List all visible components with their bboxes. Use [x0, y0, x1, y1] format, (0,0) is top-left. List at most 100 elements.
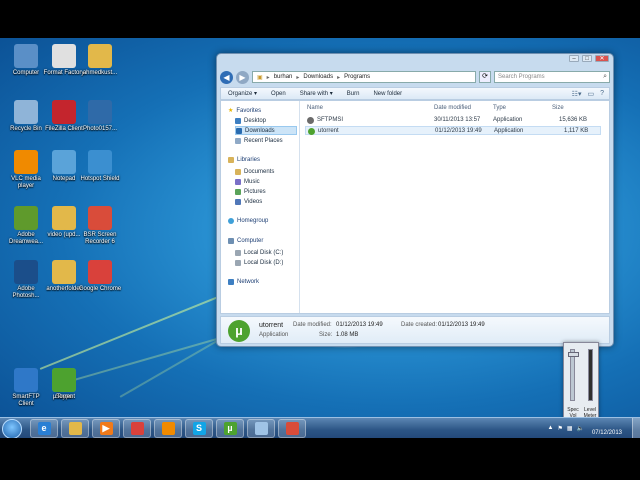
vlc-icon: [161, 422, 175, 435]
explorer-window[interactable]: – □ ✕ ◀ ▶ ▣ ▸ burhan ▸ Downloads ▸ Progr…: [216, 53, 614, 347]
search-placeholder: Search Programs: [498, 74, 545, 80]
volume-icon[interactable]: 🔈: [577, 425, 584, 432]
nav-item-recent-places[interactable]: Recent Places: [235, 136, 297, 145]
bsr-recorder-icon: [285, 422, 299, 435]
new-folder-button[interactable]: New folder: [366, 91, 409, 97]
details-name: utorrent: [259, 322, 284, 329]
taskbar-button-8[interactable]: [278, 419, 306, 438]
network-icon[interactable]: ▦: [567, 425, 573, 432]
column-header-size[interactable]: Size: [552, 105, 564, 111]
nav-item-local-disk-c[interactable]: Local Disk (C:): [235, 248, 297, 257]
taskbar-button-1[interactable]: [61, 419, 89, 438]
taskbar-button-3[interactable]: [123, 419, 151, 438]
help-icon[interactable]: ?: [600, 90, 604, 98]
window-body: ★ Favorites Desktop Downloads Recent Plac…: [220, 100, 610, 314]
address-bar[interactable]: ▣ ▸ burhan ▸ Downloads ▸ Programs: [252, 71, 476, 83]
breadcrumb-burhan[interactable]: burhan: [274, 74, 293, 80]
taskbar-button-7[interactable]: [247, 419, 275, 438]
column-header-date-modified[interactable]: Date modified: [434, 105, 471, 111]
maximize-button[interactable]: □: [582, 55, 592, 62]
media-player-icon: ▶: [99, 422, 113, 435]
nav-item-desktop[interactable]: Desktop: [235, 116, 297, 125]
spec-vol-slider[interactable]: [568, 349, 579, 401]
organize-button[interactable]: Organize ▾: [221, 90, 264, 97]
taskbar-button-0[interactable]: e: [30, 419, 58, 438]
computer-icon: [14, 44, 38, 68]
chrome-icon: [130, 422, 144, 435]
nav-network[interactable]: Network: [228, 279, 259, 285]
details-pane: µ utorrent Application Date modified: 01…: [220, 316, 610, 344]
details-modified-value: 01/12/2013 19:49: [336, 322, 383, 328]
forward-button[interactable]: ▶: [236, 70, 249, 84]
nav-item-documents[interactable]: Documents: [235, 167, 297, 176]
address-bar-row: ◀ ▶ ▣ ▸ burhan ▸ Downloads ▸ Programs ⟳ …: [220, 70, 610, 84]
tray-arrow-icon[interactable]: ▲: [548, 425, 554, 432]
desktop-icon-5[interactable]: Photo0157...: [78, 100, 122, 133]
column-header-type[interactable]: Type: [493, 105, 506, 111]
documents-icon: [235, 168, 241, 175]
window-controls: – □ ✕: [569, 55, 609, 62]
taskbar-button-2[interactable]: ▶: [92, 419, 120, 438]
back-button[interactable]: ◀: [220, 70, 233, 84]
libraries-icon: [228, 157, 234, 163]
file-list: Name Date modified Type Size SFTPMSI 30/…: [301, 101, 609, 313]
utorrent-icon: [308, 128, 315, 135]
notepad-icon: [52, 150, 76, 174]
desktop-icon-label: ahmedkust...: [82, 70, 118, 76]
open-button[interactable]: Open: [264, 91, 293, 97]
column-header-name[interactable]: Name: [307, 105, 323, 111]
nav-item-videos[interactable]: Videos: [235, 197, 297, 206]
homegroup-icon: [228, 218, 234, 224]
desktop-icon-2[interactable]: ahmedkust...: [78, 44, 122, 77]
view-options-icon[interactable]: ☷▾: [572, 90, 582, 98]
nav-favorites[interactable]: ★ Favorites: [228, 107, 261, 115]
desktop-icon-17[interactable]: µTorrent: [42, 368, 86, 401]
search-input[interactable]: Search Programs ⌕: [494, 71, 610, 83]
start-button[interactable]: [2, 419, 22, 438]
file-row-sftpmsi[interactable]: SFTPMSI 30/11/2013 13:57 Application 15,…: [305, 116, 601, 125]
nav-homegroup[interactable]: Homegroup: [228, 218, 268, 224]
desktop-icon-8[interactable]: Hotspot Shield: [78, 150, 122, 183]
disk-icon: [235, 259, 241, 266]
dreamweaver-icon: [14, 206, 38, 230]
details-created-value: 01/12/2013 19:49: [438, 322, 485, 328]
utorrent-icon: [52, 368, 76, 392]
taskbar-button-6[interactable]: µ: [216, 419, 244, 438]
disk-icon: [235, 249, 241, 256]
utorrent-large-icon: µ: [228, 320, 250, 342]
nav-libraries[interactable]: Libraries: [228, 157, 260, 163]
hotspot-shield-icon: [88, 150, 112, 174]
command-bar: Organize ▾ Open Share with ▾ Burn New fo…: [220, 87, 610, 100]
nav-item-downloads[interactable]: Downloads: [235, 126, 297, 135]
chrome-icon: [88, 260, 112, 284]
desktop-icon-label: Hotspot Shield: [80, 176, 120, 182]
internet-explorer-icon: e: [37, 422, 51, 435]
nav-item-music[interactable]: Music: [235, 177, 297, 186]
clock-date: 07/12/2013: [591, 430, 622, 436]
refresh-button[interactable]: ⟳: [479, 71, 491, 83]
taskbar-button-5[interactable]: S: [185, 419, 213, 438]
breadcrumb-downloads[interactable]: Downloads: [303, 74, 333, 80]
taskbar-button-4[interactable]: [154, 419, 182, 438]
share-with-button[interactable]: Share with ▾: [293, 90, 340, 97]
photo-icon: [88, 100, 112, 124]
burn-button[interactable]: Burn: [340, 91, 367, 97]
nav-item-local-disk-d[interactable]: Local Disk (D:): [235, 258, 297, 267]
show-desktop-button[interactable]: [632, 418, 640, 438]
recycle-bin-icon: [14, 100, 38, 124]
folder-icon: [52, 260, 76, 284]
file-row-utorrent[interactable]: utorrent 01/12/2013 19:49 Application 1,…: [305, 126, 601, 135]
preview-pane-icon[interactable]: ▭: [587, 90, 594, 98]
star-icon: ★: [228, 108, 234, 114]
minimize-button[interactable]: –: [569, 55, 579, 62]
desktop-icon-14[interactable]: Google Chrome: [78, 260, 122, 293]
close-button[interactable]: ✕: [595, 55, 609, 62]
flag-icon[interactable]: ⚑: [557, 425, 562, 432]
nav-item-pictures[interactable]: Pictures: [235, 187, 297, 196]
desktop-icon-11[interactable]: BSR Screen Recorder 6: [78, 206, 122, 246]
breadcrumb-programs[interactable]: Programs: [344, 74, 370, 80]
recent-places-icon: [235, 137, 241, 144]
videos-icon: [235, 198, 241, 205]
nav-computer[interactable]: Computer: [228, 238, 263, 244]
system-tray: ▲ ⚑ ▦ 🔈: [548, 425, 585, 432]
